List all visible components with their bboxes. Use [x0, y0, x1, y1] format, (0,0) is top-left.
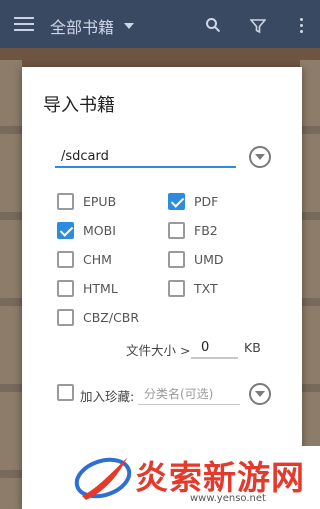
- format-label: EPUB: [83, 194, 117, 209]
- dropdown-icon[interactable]: [124, 23, 134, 29]
- book-spine-left: [0, 60, 22, 509]
- app-bar-title[interactable]: 全部书籍: [50, 14, 114, 38]
- category-dropdown-button[interactable]: [249, 383, 271, 405]
- format-checkbox-cbz-cbr[interactable]: CBZ/CBR: [57, 309, 139, 326]
- import-books-dialog: 导入书籍 EPUB PDF MOBI FB2 CHM UMD HTML TXT …: [22, 67, 302, 509]
- format-label: CHM: [83, 252, 112, 267]
- file-size-unit: KB: [244, 340, 261, 355]
- checkbox-icon[interactable]: [57, 193, 74, 210]
- format-label: HTML: [83, 281, 118, 296]
- path-dropdown-button[interactable]: [249, 146, 271, 168]
- checkbox-icon[interactable]: [168, 222, 185, 239]
- file-size-input[interactable]: [191, 337, 238, 359]
- path-input[interactable]: [55, 146, 236, 168]
- format-label: UMD: [194, 252, 224, 267]
- file-size-label: 文件大小 >: [126, 343, 191, 358]
- checkbox-icon[interactable]: [57, 251, 74, 268]
- format-checkbox-html[interactable]: HTML: [57, 280, 118, 297]
- app-bar-content: 全部书籍: [0, 0, 320, 48]
- category-input[interactable]: [138, 383, 240, 405]
- format-label: PDF: [194, 194, 219, 209]
- format-checkbox-txt[interactable]: TXT: [168, 280, 218, 297]
- checkbox-checked-icon[interactable]: [57, 222, 74, 239]
- filter-icon[interactable]: [250, 18, 266, 34]
- format-checkbox-epub[interactable]: EPUB: [57, 193, 116, 210]
- watermark-logo-icon: [74, 457, 132, 500]
- format-checkbox-chm[interactable]: CHM: [57, 251, 112, 268]
- checkbox-icon[interactable]: [57, 384, 74, 401]
- format-label: TXT: [194, 281, 218, 296]
- checkbox-icon[interactable]: [168, 280, 185, 297]
- format-checkbox-fb2[interactable]: FB2: [168, 222, 218, 239]
- format-label: CBZ/CBR: [83, 310, 140, 325]
- format-checkbox-umd[interactable]: UMD: [168, 251, 224, 268]
- checkbox-checked-icon[interactable]: [168, 193, 185, 210]
- menu-icon[interactable]: [14, 17, 34, 31]
- dialog-title: 导入书籍: [43, 95, 115, 116]
- favorite-label: 加入珍藏:: [80, 389, 135, 404]
- favorite-checkbox[interactable]: [57, 384, 74, 401]
- checkbox-icon[interactable]: [57, 309, 74, 326]
- watermark-url: www.yenso.net: [190, 493, 266, 504]
- format-label: MOBI: [83, 223, 116, 238]
- watermark-name: 炎索新游网: [135, 458, 305, 497]
- checkbox-icon[interactable]: [168, 251, 185, 268]
- book-spine-right: [300, 60, 320, 509]
- format-label: FB2: [194, 223, 218, 238]
- search-icon[interactable]: [206, 18, 220, 32]
- format-checkbox-mobi[interactable]: MOBI: [57, 222, 116, 239]
- more-options-icon[interactable]: [300, 18, 304, 34]
- checkbox-icon[interactable]: [57, 280, 74, 297]
- format-checkbox-pdf[interactable]: PDF: [168, 193, 218, 210]
